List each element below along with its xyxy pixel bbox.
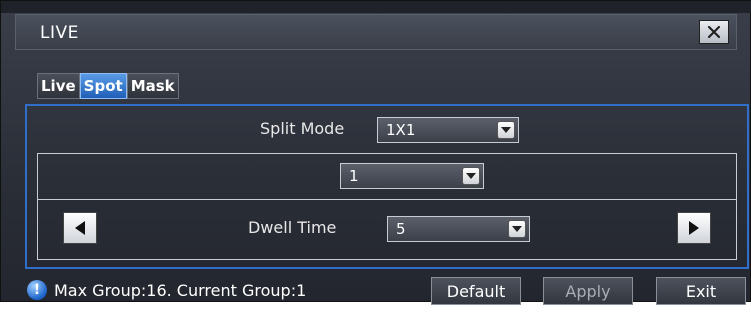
- window-title: LIVE: [40, 23, 79, 43]
- dwell-time-value: 5: [396, 220, 406, 238]
- default-button[interactable]: Default: [431, 277, 521, 305]
- dwell-time-label: Dwell Time: [248, 218, 337, 237]
- close-button[interactable]: [699, 20, 729, 44]
- previous-button[interactable]: [63, 212, 97, 244]
- channel-select[interactable]: 1: [340, 163, 484, 189]
- apply-button-label: Apply: [565, 281, 611, 301]
- exit-button-label: Exit: [685, 281, 717, 301]
- tab-spot-label: Spot: [83, 77, 123, 95]
- next-button[interactable]: [677, 212, 711, 244]
- tab-bar: Live Spot Mask: [37, 73, 179, 99]
- live-dialog: LIVE Live Spot Mask Split Mode 1X1 1 Dwe…: [0, 0, 751, 305]
- arrow-left-icon: [75, 221, 85, 235]
- tab-live[interactable]: Live: [37, 73, 80, 99]
- title-bar: LIVE: [15, 14, 737, 50]
- tab-mask-label: Mask: [130, 77, 175, 95]
- info-icon: !: [27, 280, 47, 300]
- split-mode-label: Split Mode: [260, 119, 345, 138]
- chevron-down-icon: [508, 220, 526, 238]
- exit-button[interactable]: Exit: [656, 277, 746, 305]
- tab-spot[interactable]: Spot: [79, 73, 127, 99]
- channel-value: 1: [349, 167, 359, 185]
- close-icon: [707, 25, 721, 39]
- split-mode-value: 1X1: [386, 121, 416, 139]
- status-text: Max Group:16. Current Group:1: [54, 280, 307, 300]
- split-mode-select[interactable]: 1X1: [377, 117, 519, 143]
- default-button-label: Default: [446, 281, 506, 301]
- chevron-down-icon: [462, 167, 480, 185]
- top-strip: [1, 1, 751, 13]
- arrow-right-icon: [689, 221, 699, 235]
- apply-button[interactable]: Apply: [543, 277, 633, 305]
- tab-mask[interactable]: Mask: [126, 73, 179, 99]
- status-info: ! Max Group:16. Current Group:1: [27, 280, 306, 300]
- chevron-down-icon: [497, 121, 515, 139]
- dwell-time-select[interactable]: 5: [387, 216, 530, 242]
- tab-live-label: Live: [41, 77, 76, 95]
- group-divider: [37, 199, 737, 200]
